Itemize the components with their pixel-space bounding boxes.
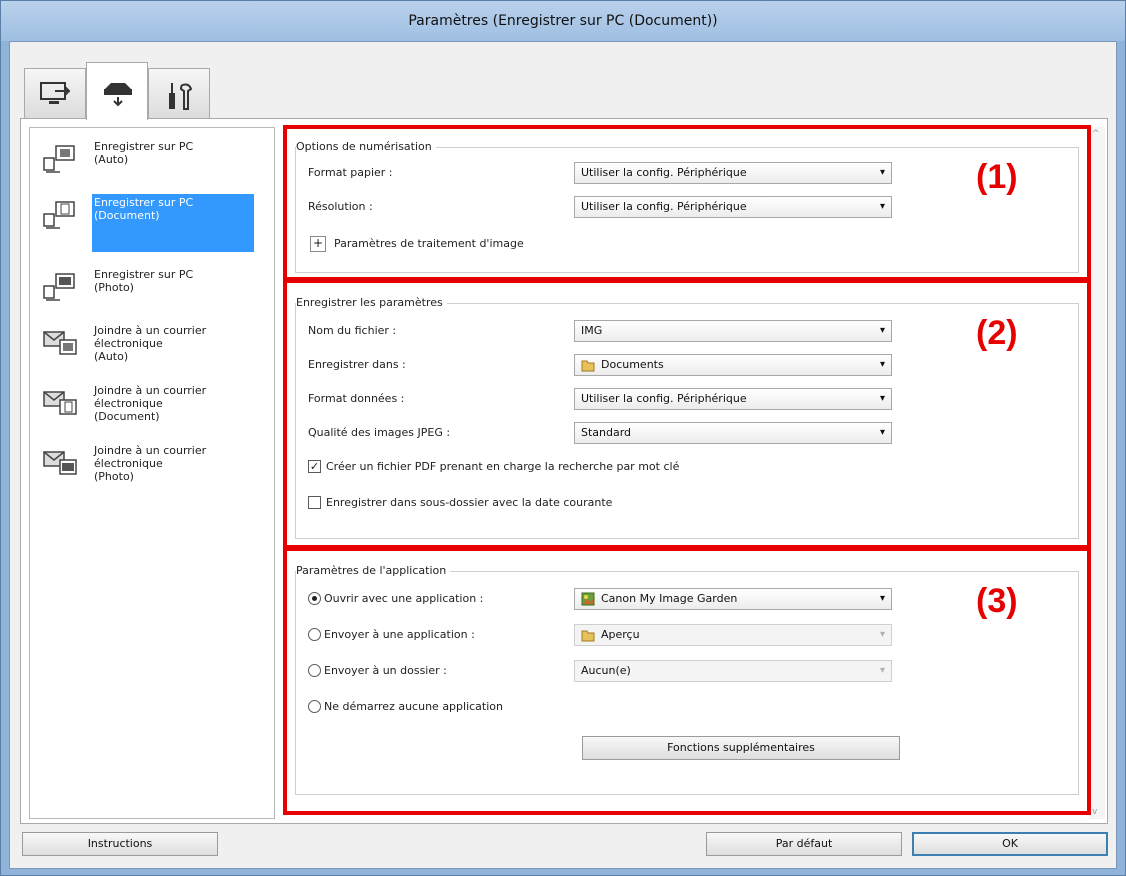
- file-name-label: Nom du fichier :: [308, 324, 397, 337]
- resolution-value: Utiliser la config. Périphérique: [581, 200, 747, 213]
- default-button[interactable]: Par défaut: [706, 832, 902, 856]
- no-app-label: Ne démarrez aucune application: [324, 700, 503, 713]
- instructions-button[interactable]: Instructions: [22, 832, 218, 856]
- send-to-app-label: Envoyer à une application :: [324, 628, 475, 641]
- list-item[interactable]: Joindre à un courrier électronique (Docu…: [34, 384, 272, 434]
- mail-auto-icon: [43, 331, 77, 355]
- scan-options-section: Options de numérisation Format papier : …: [283, 125, 1091, 281]
- resolution-label: Résolution :: [308, 200, 373, 213]
- my-image-garden-icon: [581, 592, 595, 606]
- list-item[interactable]: Joindre à un courrier électronique (Auto…: [34, 324, 272, 374]
- tools-icon: [169, 83, 193, 110]
- folder-icon: [581, 360, 595, 372]
- mail-photo-icon: [43, 451, 77, 475]
- scan-options-group: Options de numérisation Format papier : …: [295, 140, 1079, 273]
- chevron-down-icon: ▾: [879, 593, 885, 604]
- save-settings-group: Enregistrer les paramètres Nom du fichie…: [295, 296, 1079, 539]
- file-name-combo[interactable]: IMG ▾: [574, 320, 892, 342]
- jpeg-quality-label: Qualité des images JPEG :: [308, 426, 451, 439]
- ok-button[interactable]: OK: [912, 832, 1108, 856]
- save-settings-title: Enregistrer les paramètres: [296, 296, 447, 309]
- list-item[interactable]: Enregistrer sur PC (Photo): [34, 268, 272, 308]
- section-number-2: (2): [976, 314, 1018, 352]
- radio-selected-dot: [312, 596, 317, 601]
- preview-app-icon: [581, 630, 595, 642]
- send-to-folder-radio[interactable]: [308, 664, 321, 677]
- chevron-down-icon: ▾: [879, 665, 885, 676]
- app-settings-title: Paramètres de l'application: [296, 564, 451, 577]
- save-auto-icon: [43, 145, 75, 173]
- chevron-down-icon: ▾: [879, 201, 885, 212]
- send-to-folder-value: Aucun(e): [581, 664, 631, 677]
- paper-size-select[interactable]: Utiliser la config. Périphérique ▾: [574, 162, 892, 184]
- tab-scan-from-computer[interactable]: [24, 68, 86, 118]
- save-document-icon: [43, 201, 75, 229]
- send-to-app-select[interactable]: Aperçu ▾: [574, 624, 892, 646]
- chevron-down-icon: ▾: [879, 359, 885, 370]
- send-to-app-value: Aperçu: [601, 628, 640, 641]
- dialog-client-area: Enregistrer sur PC (Auto) Enregistrer su…: [9, 41, 1117, 869]
- section-number-3: (3): [976, 582, 1018, 620]
- settings-window: Paramètres (Enregistrer sur PC (Document…: [0, 0, 1126, 876]
- send-to-app-radio[interactable]: [308, 628, 321, 641]
- app-settings-section: Paramètres de l'application Ouvrir avec …: [283, 547, 1091, 815]
- data-format-value: Utiliser la config. Périphérique: [581, 392, 747, 405]
- chevron-down-icon: ▾: [879, 325, 885, 336]
- window-title: Paramètres (Enregistrer sur PC (Document…: [1, 1, 1125, 41]
- resolution-select[interactable]: Utiliser la config. Périphérique ▾: [574, 196, 892, 218]
- save-settings-section: Enregistrer les paramètres Nom du fichie…: [283, 279, 1091, 549]
- no-app-radio[interactable]: [308, 700, 321, 713]
- jpeg-quality-select[interactable]: Standard ▾: [574, 422, 892, 444]
- data-format-select[interactable]: Utiliser la config. Périphérique ▾: [574, 388, 892, 410]
- list-item-label: Joindre à un courrier électronique (Phot…: [94, 444, 207, 483]
- tab-panel: Enregistrer sur PC (Auto) Enregistrer su…: [20, 118, 1108, 824]
- save-in-value: Documents: [601, 358, 664, 371]
- chevron-down-icon: ▾: [879, 167, 885, 178]
- chevron-down-icon: ▾: [879, 629, 885, 640]
- jpeg-quality-value: Standard: [581, 426, 632, 439]
- send-to-folder-label: Envoyer à un dossier :: [324, 664, 447, 677]
- subfolder-label: Enregistrer dans sous-dossier avec la da…: [326, 496, 613, 509]
- scroll-up-icon[interactable]: ^: [1092, 129, 1100, 139]
- action-list[interactable]: Enregistrer sur PC (Auto) Enregistrer su…: [29, 127, 275, 819]
- app-settings-group: Paramètres de l'application Ouvrir avec …: [295, 564, 1079, 795]
- expand-image-processing-button[interactable]: +: [310, 236, 326, 252]
- list-item-label: Enregistrer sur PC (Photo): [94, 268, 194, 294]
- save-in-select[interactable]: Documents ▾: [574, 354, 892, 376]
- list-item[interactable]: Joindre à un courrier électronique (Phot…: [34, 444, 272, 494]
- list-item[interactable]: Enregistrer sur PC (Auto): [34, 140, 272, 180]
- image-processing-label: Paramètres de traitement d'image: [334, 237, 524, 250]
- subfolder-checkbox[interactable]: [308, 496, 321, 509]
- save-photo-icon: [43, 273, 75, 301]
- list-item-label: Enregistrer sur PC (Document): [94, 196, 194, 222]
- open-with-select[interactable]: Canon My Image Garden ▾: [574, 588, 892, 610]
- open-with-radio[interactable]: [308, 592, 321, 605]
- send-to-folder-select[interactable]: Aucun(e) ▾: [574, 660, 892, 682]
- chevron-down-icon: ▾: [879, 393, 885, 404]
- chevron-down-icon: ▾: [879, 427, 885, 438]
- searchable-pdf-label: Créer un fichier PDF prenant en charge l…: [326, 460, 680, 473]
- data-format-label: Format données :: [308, 392, 405, 405]
- list-item-label: Joindre à un courrier électronique (Auto…: [94, 324, 207, 363]
- tab-general-settings[interactable]: [148, 68, 210, 118]
- mail-document-icon: [43, 391, 77, 415]
- list-item[interactable]: Enregistrer sur PC (Document): [34, 194, 272, 252]
- scanner-icon: [104, 83, 132, 107]
- section-number-1: (1): [976, 158, 1018, 196]
- scroll-down-icon[interactable]: v: [1092, 807, 1097, 817]
- list-item-label: Joindre à un courrier électronique (Docu…: [94, 384, 207, 423]
- open-with-label: Ouvrir avec une application :: [324, 592, 484, 605]
- file-name-value: IMG: [581, 324, 603, 337]
- scan-to-pc-icon: [40, 82, 71, 104]
- searchable-pdf-checkbox[interactable]: ✓: [308, 460, 321, 473]
- list-item-label: Enregistrer sur PC (Auto): [94, 140, 194, 166]
- scan-options-title: Options de numérisation: [296, 140, 436, 153]
- save-in-label: Enregistrer dans :: [308, 358, 406, 371]
- tab-scan-from-operation-panel[interactable]: [86, 62, 148, 120]
- more-functions-button[interactable]: Fonctions supplémentaires: [582, 736, 900, 760]
- paper-size-value: Utiliser la config. Périphérique: [581, 166, 747, 179]
- open-with-value: Canon My Image Garden: [601, 592, 738, 605]
- settings-scrollbar[interactable]: ^ v: [1089, 127, 1105, 819]
- paper-size-label: Format papier :: [308, 166, 393, 179]
